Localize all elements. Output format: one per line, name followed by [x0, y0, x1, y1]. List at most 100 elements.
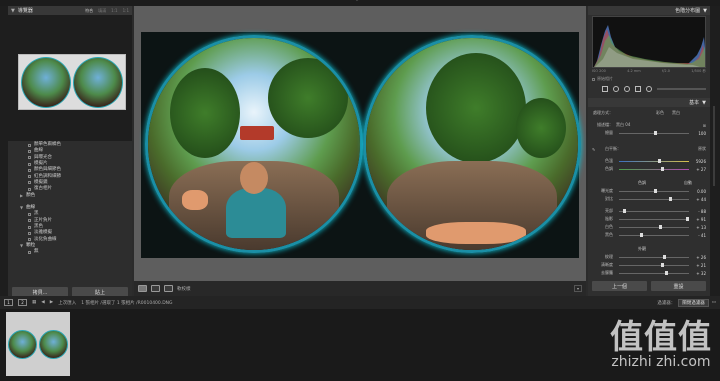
slider-knob[interactable]	[663, 254, 667, 259]
collapse-triangle-icon[interactable]: ▼	[11, 8, 15, 14]
left-edge-bar[interactable]	[0, 6, 8, 296]
page-2-button[interactable]: 2	[18, 299, 27, 306]
temp-label: 色溫	[605, 158, 613, 163]
main-photo-area[interactable]	[134, 6, 586, 281]
dehaze-value[interactable]: + 32	[692, 271, 706, 276]
slider-knob[interactable]	[658, 224, 662, 229]
tint-slider[interactable]	[619, 166, 689, 171]
film-thumbnail[interactable]	[6, 312, 70, 376]
slider-knob[interactable]	[640, 232, 643, 237]
highlights-value[interactable]: - 88	[692, 209, 706, 214]
previous-settings-button[interactable]: 上一個	[592, 281, 647, 291]
profile-dropdown[interactable]: 黑白 04	[616, 122, 630, 128]
scrollbar-thumb[interactable]	[713, 106, 715, 186]
crop-tool-icon[interactable]	[602, 86, 608, 92]
contrast-slider[interactable]	[619, 196, 689, 201]
contrast-value[interactable]: + 44	[692, 197, 706, 202]
collapse-top-icon[interactable]: ⌃	[355, 0, 359, 5]
graduated-filter-icon[interactable]	[635, 86, 641, 92]
page-1-button[interactable]: 1	[4, 299, 13, 306]
texture-value[interactable]: + 26	[692, 255, 706, 260]
original-photo-toggle[interactable]: 原始相片	[592, 76, 613, 82]
red-eye-icon[interactable]	[624, 86, 630, 92]
contrast-row: 對比 + 44	[592, 196, 706, 202]
loupe-view-icon[interactable]	[138, 285, 147, 292]
filter-group: 過濾器： 關閉過濾器 ▭	[657, 298, 716, 307]
source-label[interactable]: 上次匯入	[58, 300, 76, 306]
toolbar-menu-icon[interactable]: ▾	[573, 285, 582, 292]
whites-value[interactable]: + 13	[692, 225, 706, 230]
dehaze-slider[interactable]	[619, 270, 689, 275]
slider-knob[interactable]	[661, 166, 664, 171]
collapse-triangle-icon[interactable]: ▼	[702, 100, 706, 106]
collapse-triangle-icon[interactable]: ▼	[20, 243, 23, 249]
histogram-header[interactable]: 色階分布圖 ▼	[588, 6, 710, 15]
zoom-custom[interactable]: 1:1	[123, 8, 129, 13]
expand-triangle-icon[interactable]: ▶	[20, 193, 23, 199]
texture-label: 紋理	[605, 254, 613, 259]
treatment-color-option[interactable]: 彩色	[656, 110, 664, 116]
slider-knob[interactable]	[665, 270, 669, 275]
spot-removal-icon[interactable]	[613, 86, 619, 92]
radial-filter-icon[interactable]	[646, 86, 652, 92]
before-after-icon[interactable]	[164, 285, 173, 292]
slider-knob[interactable]	[654, 188, 657, 193]
wb-dropdown[interactable]: 原狀	[698, 146, 706, 152]
right-edge-bar[interactable]	[710, 6, 720, 296]
profile-label: 描述檔：	[597, 122, 613, 127]
texture-slider[interactable]	[619, 254, 689, 259]
grid-view-icon[interactable]: ▦	[32, 300, 36, 305]
navigator-preview[interactable]	[8, 15, 132, 141]
exposure-value[interactable]: 0.00	[692, 189, 706, 194]
collapse-triangle-icon[interactable]: ▼	[20, 205, 23, 211]
amount-slider[interactable]	[619, 130, 689, 135]
profile-browser-icon[interactable]: ⊞	[703, 123, 706, 128]
profile-row: 描述檔： 黑白 04 ⊞	[592, 122, 706, 128]
collapse-triangle-icon[interactable]: ▼	[703, 8, 707, 14]
slider-knob[interactable]	[654, 130, 657, 135]
shadows-slider[interactable]	[619, 216, 689, 221]
clarity-value[interactable]: + 21	[692, 263, 706, 268]
filter-lock-icon[interactable]: ▭	[712, 300, 716, 305]
filmstrip-bar: 1 2 ▦ ◀ ▶ 上次匯入 1 張相片 /選取了 1 張相片 /R001040…	[0, 296, 720, 309]
tint-value[interactable]: + 27	[692, 167, 706, 172]
reset-button[interactable]: 重設	[651, 281, 706, 291]
slider-knob[interactable]	[657, 158, 661, 163]
photo-preview[interactable]	[141, 32, 581, 258]
softproof-label[interactable]: 軟校樣	[177, 286, 191, 292]
zoom-1-1[interactable]: 1:1	[111, 8, 117, 13]
forward-arrow-icon[interactable]: ▶	[50, 300, 53, 305]
navigator-header[interactable]: ▼ 導覽器 符合 填滿 1:1 1:1	[8, 6, 132, 15]
zoom-fill[interactable]: 填滿	[98, 8, 106, 14]
exposure-slider[interactable]	[619, 188, 689, 193]
slider-knob[interactable]	[669, 196, 673, 201]
preset-item[interactable]: 無	[8, 249, 132, 255]
slider-knob[interactable]	[685, 216, 689, 221]
amount-label: 總量	[605, 130, 613, 135]
tint-label: 色調	[605, 166, 613, 171]
amount-value[interactable]: 100	[692, 131, 706, 136]
exposure-label: 曝光度	[601, 188, 613, 193]
compare-view-icon[interactable]	[151, 285, 160, 292]
treatment-bw-option[interactable]: 黑白	[672, 110, 680, 116]
blacks-value[interactable]: - 41	[692, 233, 706, 238]
temp-value[interactable]: 5926	[692, 159, 706, 164]
highlights-slider[interactable]	[619, 208, 689, 213]
auto-tone-button[interactable]: 自動	[684, 180, 692, 186]
slider-knob[interactable]	[623, 208, 627, 213]
eyedropper-icon[interactable]: ✎	[592, 147, 600, 152]
blacks-slider[interactable]	[619, 232, 689, 237]
original-photo-checkbox[interactable]	[592, 77, 595, 81]
basic-header[interactable]: 基本 ▼	[588, 98, 710, 107]
whites-slider[interactable]	[619, 224, 689, 229]
slider-knob[interactable]	[661, 262, 664, 267]
zoom-fit[interactable]: 符合	[85, 8, 93, 14]
histogram[interactable]	[592, 16, 706, 68]
brush-tool-slider[interactable]	[657, 88, 706, 90]
temp-slider[interactable]	[619, 158, 689, 163]
shadows-value[interactable]: + 91	[692, 217, 706, 222]
back-arrow-icon[interactable]: ◀	[41, 300, 44, 305]
filter-dropdown[interactable]: 關閉過濾器	[678, 298, 709, 307]
clarity-slider[interactable]	[619, 262, 689, 267]
navigator-thumbnail[interactable]	[18, 54, 126, 110]
